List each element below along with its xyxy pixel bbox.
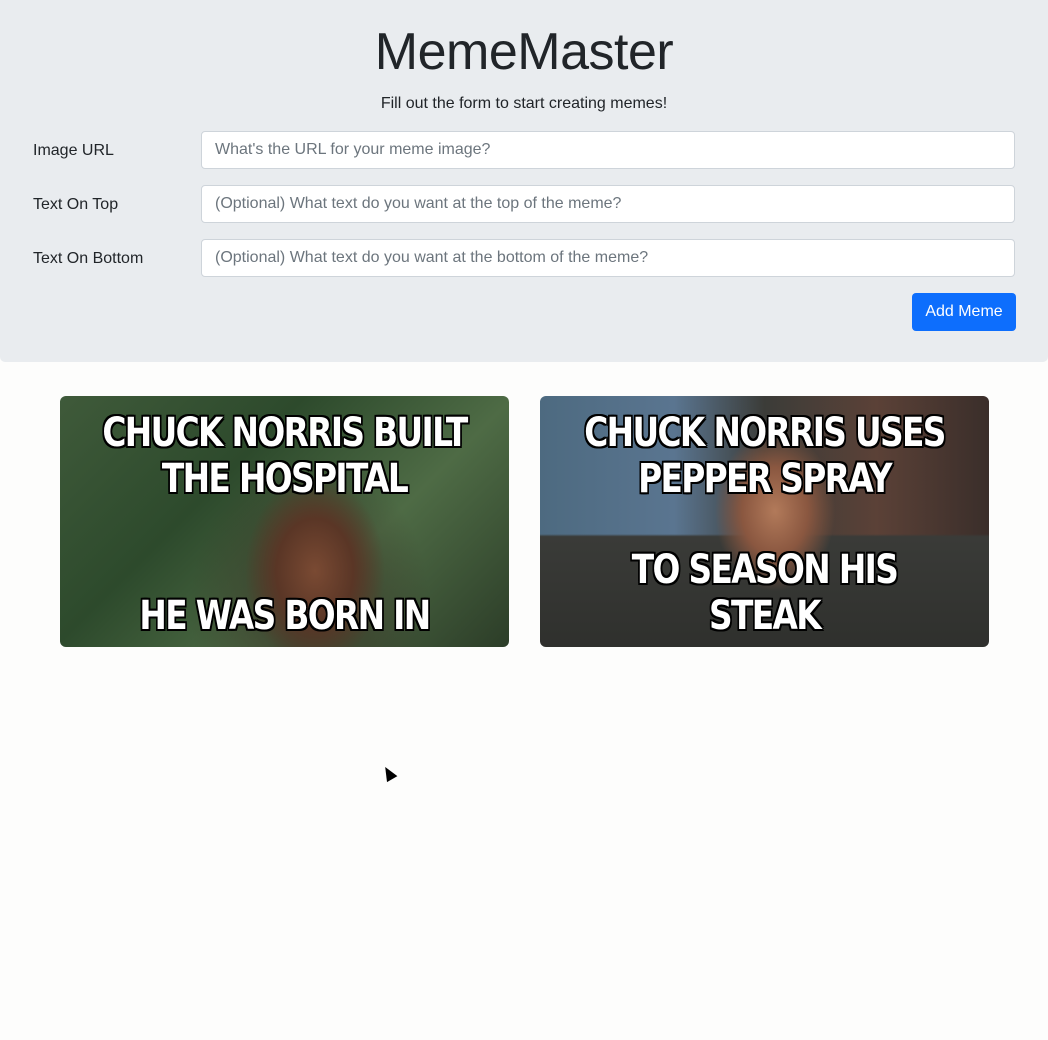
meme-top-text: CHUCK NORRIS USES PEPPER SPRAY <box>584 410 946 502</box>
mouse-pointer-icon <box>380 764 398 783</box>
top-text-input[interactable] <box>201 185 1015 223</box>
meme-card[interactable]: CHUCK NORRIS USES PEPPER SPRAY TO SEASON… <box>540 396 989 647</box>
meme-bottom-text: TO SEASON HIS STEAK <box>631 547 899 639</box>
page-title: MemeMaster <box>374 23 674 81</box>
add-meme-button[interactable]: Add Meme <box>912 293 1016 331</box>
meme-top-text: CHUCK NORRIS BUILT THE HOSPITAL <box>102 410 468 502</box>
meme-bottom-text: HE WAS BORN IN <box>139 593 431 639</box>
meme-card[interactable]: CHUCK NORRIS BUILT THE HOSPITAL HE WAS B… <box>60 396 509 647</box>
header-panel: MemeMaster Fill out the form to start cr… <box>0 0 1048 362</box>
bottom-text-label: Text On Bottom <box>33 250 144 267</box>
page-subtitle: Fill out the form to start creating meme… <box>380 95 668 112</box>
image-url-label: Image URL <box>33 142 114 159</box>
bottom-text-input[interactable] <box>201 239 1015 277</box>
image-url-input[interactable] <box>201 131 1015 169</box>
top-text-label: Text On Top <box>33 196 119 213</box>
